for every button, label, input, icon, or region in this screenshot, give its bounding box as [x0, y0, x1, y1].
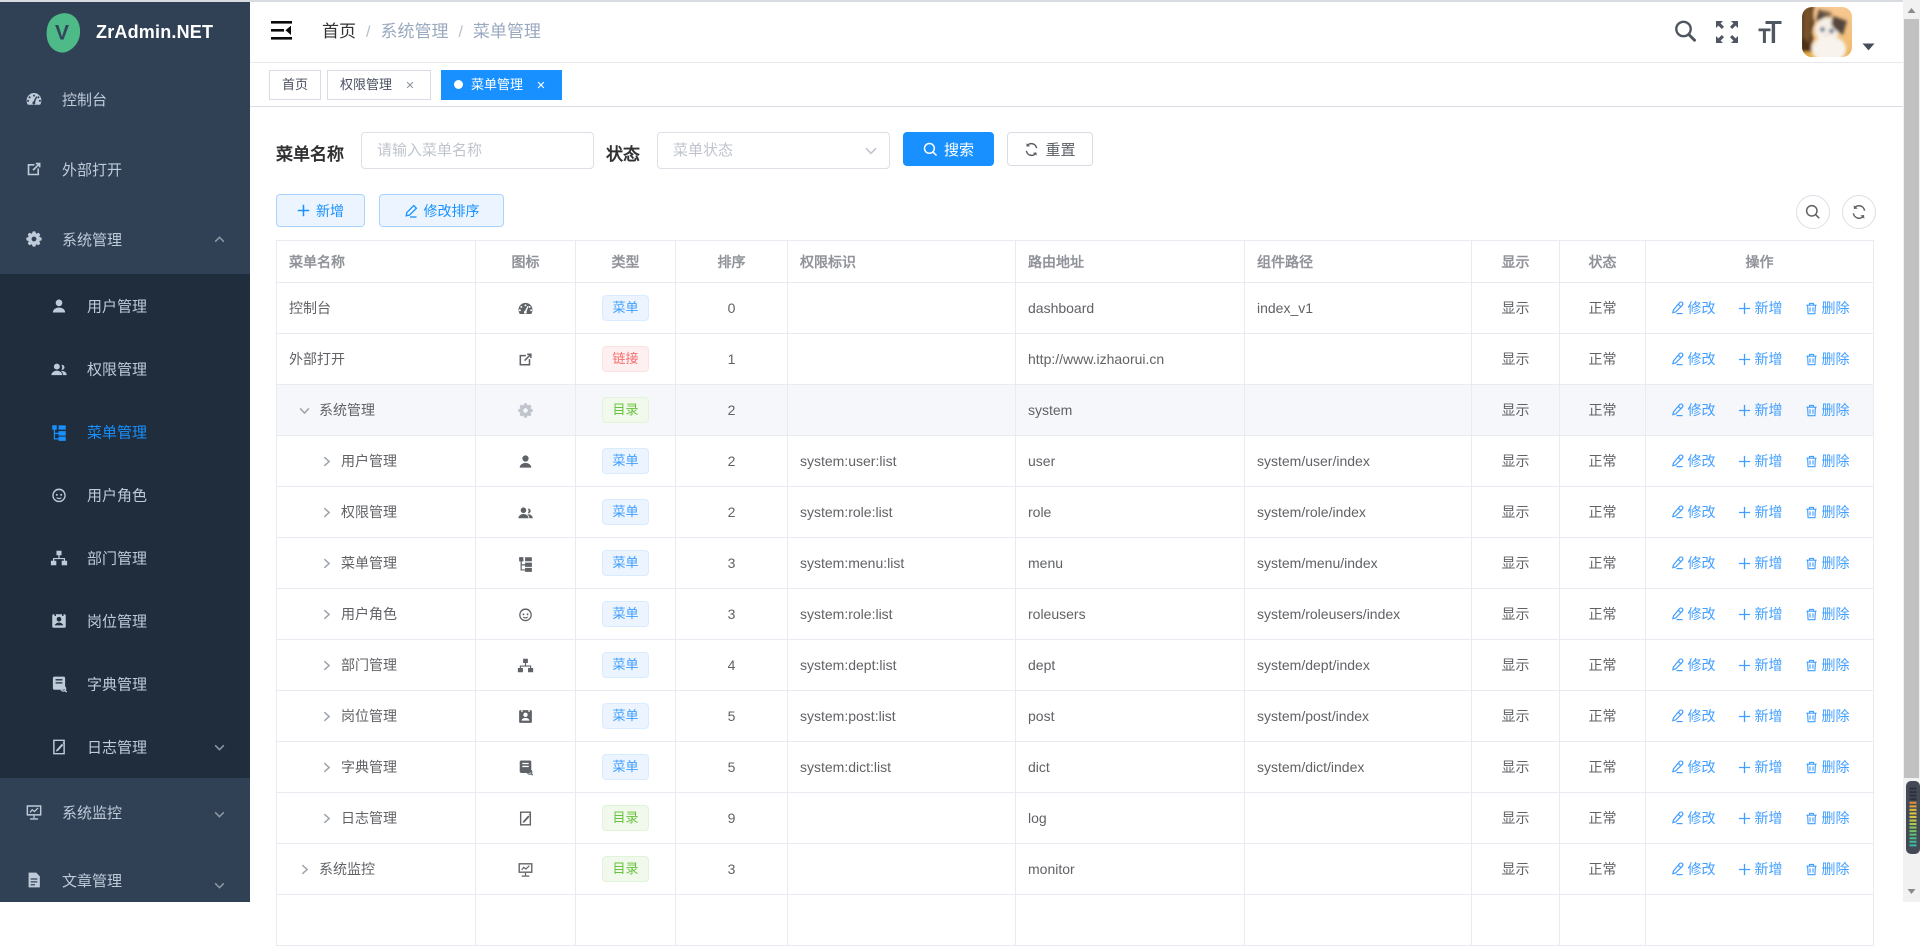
svg-text:V: V: [55, 22, 69, 45]
